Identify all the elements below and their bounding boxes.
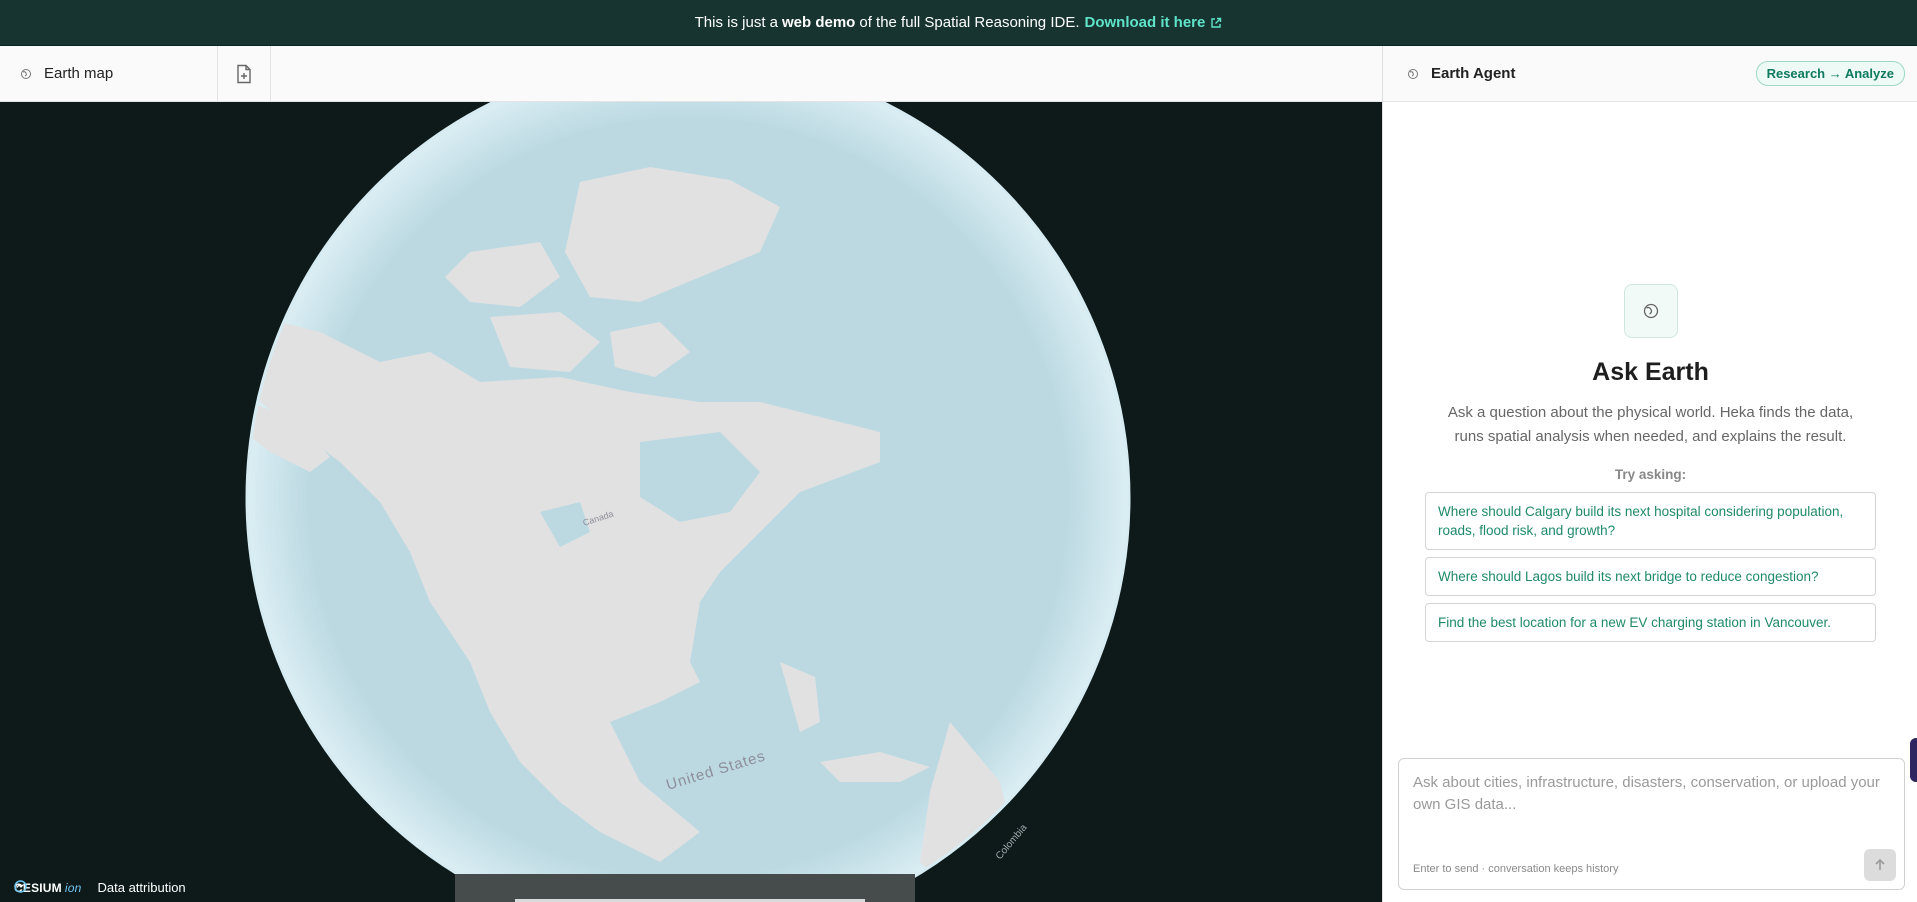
send-button[interactable] <box>1864 849 1896 881</box>
chat-input[interactable] <box>1400 760 1903 850</box>
side-drawer-handle[interactable] <box>1910 738 1917 782</box>
arrow-up-icon <box>1875 858 1885 870</box>
demo-banner: This is just a web demo of the full Spat… <box>0 0 1917 46</box>
tab-earth-map[interactable]: Earth map <box>0 46 218 101</box>
chat-composer: Enter to send · conversation keeps histo… <box>1398 758 1905 890</box>
agent-title: Earth Agent <box>1431 65 1516 82</box>
cesium-icon <box>14 880 27 893</box>
label-colombia: Colombia <box>994 822 1030 862</box>
tab-earth-map-label: Earth map <box>44 65 114 82</box>
banner-suffix: of the full Spatial Reasoning IDE. <box>859 14 1080 31</box>
banner-emphasis: web demo <box>782 14 856 31</box>
cesium-ion: ion <box>64 880 82 895</box>
data-attribution-link[interactable]: Data attribution <box>98 880 186 895</box>
globe-bottom-shade <box>455 874 915 902</box>
empty-state: Ask Earth Ask a question about the physi… <box>1383 284 1917 642</box>
hero-title: Ask Earth <box>1592 358 1709 386</box>
hero-icon-box <box>1623 284 1678 338</box>
download-link-label: Download it here <box>1084 14 1206 31</box>
globe-icon <box>21 68 31 79</box>
suggestion-lagos[interactable]: Where should Lagos build its next bridge… <box>1425 557 1876 596</box>
mode-pill[interactable]: Research → Analyze <box>1755 61 1905 86</box>
globe-icon <box>1643 303 1658 319</box>
hero-description: Ask a question about the physical world.… <box>1447 404 1854 445</box>
globe-canvas[interactable]: Canada United States México Colombia <box>0 102 1382 902</box>
new-file-button[interactable] <box>218 46 271 101</box>
composer-hint: Enter to send · conversation keeps histo… <box>1413 863 1619 875</box>
map-toolbar: Earth map <box>0 46 1382 102</box>
download-link[interactable]: Download it here <box>1085 14 1223 31</box>
globe-icon <box>1408 68 1418 79</box>
new-file-icon <box>237 64 251 83</box>
map-attribution: CESIUM ion Data attribution <box>14 880 186 895</box>
globe-map[interactable]: Canada United States México Colombia CES… <box>0 102 1382 902</box>
suggestion-calgary[interactable]: Where should Calgary build its next hosp… <box>1425 492 1876 550</box>
suggestion-vancouver[interactable]: Find the best location for a new EV char… <box>1425 603 1876 642</box>
cesium-logo[interactable]: CESIUM ion <box>14 880 82 895</box>
banner-prefix: This is just a <box>694 14 778 31</box>
external-link-icon <box>1211 17 1222 28</box>
agent-header: Earth Agent Research → Analyze <box>1383 46 1917 102</box>
agent-panel: Earth Agent Research → Analyze Ask Earth… <box>1382 46 1917 902</box>
try-asking-label: Try asking: <box>1614 467 1687 482</box>
